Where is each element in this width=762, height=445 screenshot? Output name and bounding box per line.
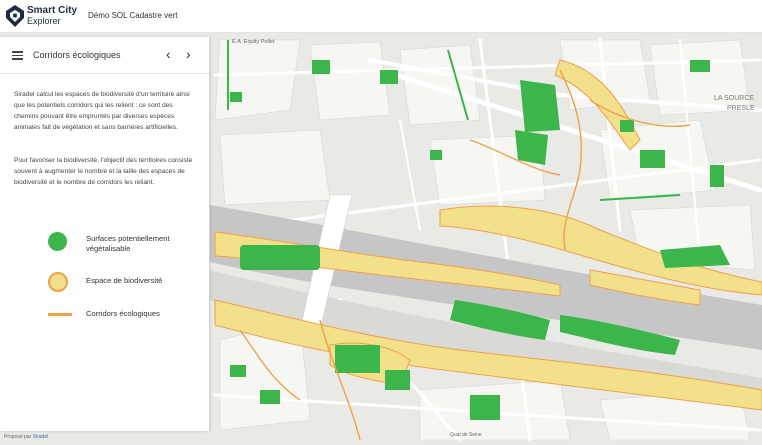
orange-line-icon — [48, 313, 72, 316]
demo-title: Démo SOL Cadastre vert — [88, 11, 178, 20]
attribution-prefix: Proposé par — [4, 434, 32, 440]
legend-label: Surfaces potentiellement végétalisable — [86, 234, 170, 253]
map-label-area-2: PRESLE — [727, 105, 755, 112]
top-bar: Smart City Explorer Démo SOL Cadastre ve… — [0, 0, 762, 33]
attribution-link[interactable]: Siradel — [33, 434, 49, 440]
green-circle-icon — [48, 232, 67, 251]
next-chevron-icon[interactable]: › — [186, 46, 191, 62]
story-panel: Corridors écologiques ‹ › Siradel calcul… — [0, 37, 209, 431]
description-paragraph-1: Siradel calcul les espaces de biodiversi… — [14, 91, 190, 131]
panel-header: Corridors écologiques ‹ › — [0, 37, 209, 74]
brand-name-line2: Explorer — [27, 16, 61, 26]
legend-label: Espace de biodiversité — [86, 276, 163, 285]
map-label-bottom: Quai de Seine — [450, 432, 482, 438]
previous-chevron-icon[interactable]: ‹ — [166, 46, 171, 62]
attribution: Proposé par Siradel — [4, 434, 48, 440]
legend-label: Corridors écologiques — [86, 309, 160, 318]
smart-city-logo-icon — [6, 5, 24, 27]
description-paragraph-2: Pour favoriser la biodiversité, l'object… — [14, 157, 193, 186]
panel-title: Corridors écologiques — [33, 50, 121, 60]
menu-icon[interactable] — [12, 51, 23, 60]
map-label-top: E.A. Equity Pollet — [232, 39, 275, 45]
yellow-circle-icon — [48, 272, 68, 292]
map-label-area-1: LA SOURCE — [714, 95, 754, 102]
brand-name-line1: Smart City — [27, 5, 78, 16]
